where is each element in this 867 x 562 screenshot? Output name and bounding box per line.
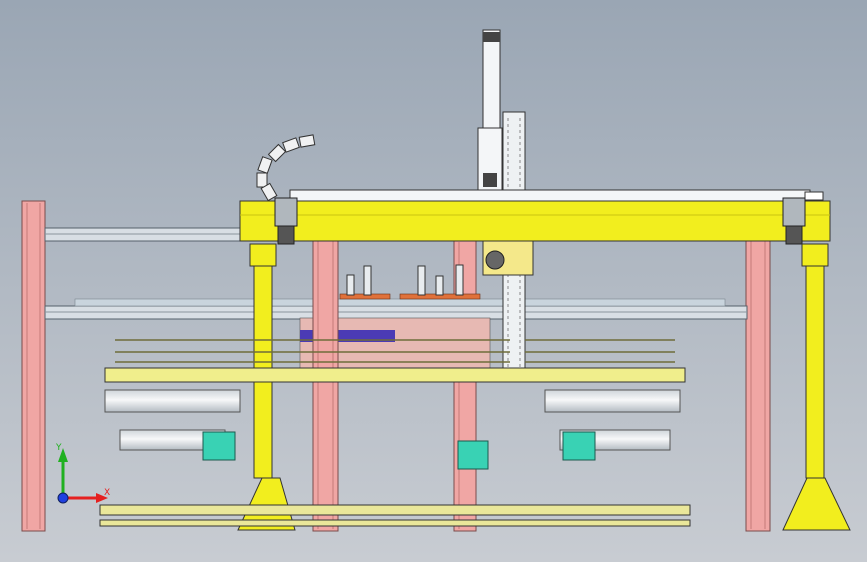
z-carriage: [482, 240, 534, 276]
triad-y-label: Y: [55, 443, 62, 453]
background: [0, 0, 867, 562]
lower-frame: [99, 504, 691, 527]
front-column-center: [312, 200, 339, 532]
gantry-robot-assembly-drawing: Y X: [0, 0, 867, 562]
gantry-beam: [239, 189, 831, 242]
lower-rail: [44, 298, 748, 320]
triad-x-label: X: [104, 488, 110, 498]
cad-viewport[interactable]: Y X: [0, 0, 867, 562]
rear-column-right: [745, 200, 771, 532]
conveyor-deck: [104, 367, 686, 383]
motor-left: [274, 197, 298, 245]
rear-column-left: [21, 200, 46, 532]
motor-right: [782, 197, 806, 245]
